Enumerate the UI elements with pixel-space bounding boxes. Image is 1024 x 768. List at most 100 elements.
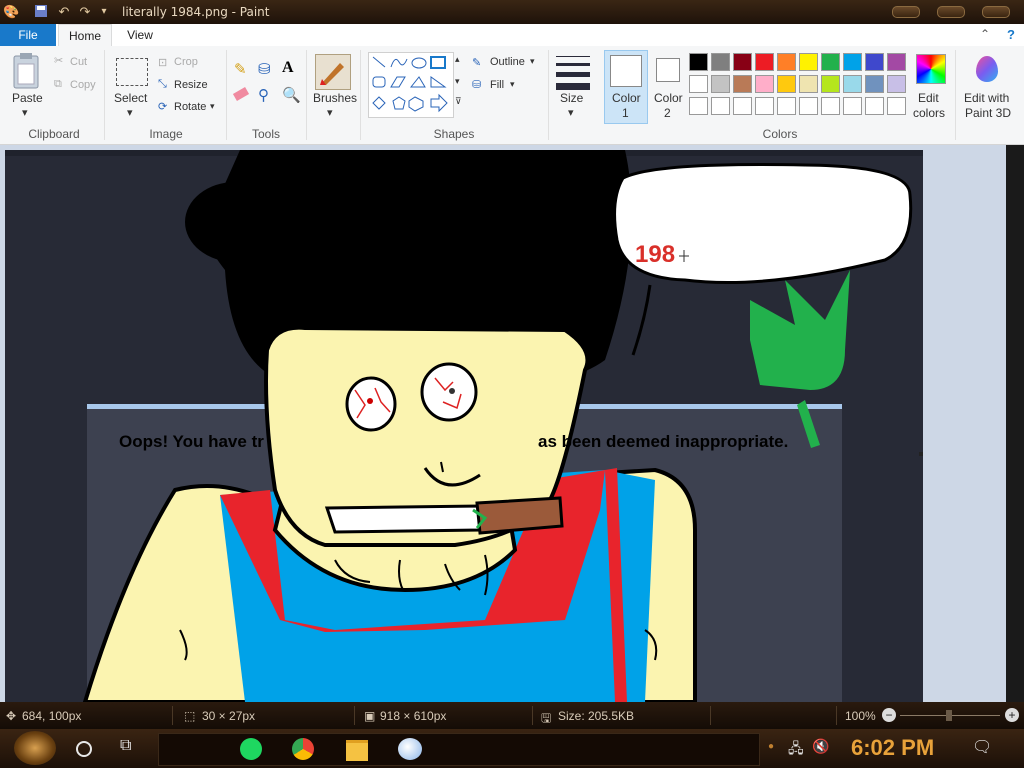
fill-button[interactable]: Fill <box>490 79 504 91</box>
chrome-icon[interactable] <box>292 738 314 760</box>
zoom-slider-thumb[interactable] <box>946 710 952 721</box>
palette-swatch[interactable] <box>689 75 708 93</box>
network-icon[interactable]: 🖧 <box>788 738 804 762</box>
paint3d-label-2[interactable]: Paint 3D <box>965 106 1011 120</box>
palette-swatch[interactable] <box>755 53 774 71</box>
fill-dropdown-icon[interactable]: ▾ <box>510 79 515 90</box>
palette-swatch[interactable] <box>821 53 840 71</box>
size-dropdown-icon[interactable]: ▾ <box>568 106 574 119</box>
shapes-scroll-down-icon[interactable]: ▾ <box>455 76 460 87</box>
palette-swatch[interactable] <box>755 97 774 115</box>
resize-button[interactable]: Resize <box>174 79 208 91</box>
palette-swatch[interactable] <box>865 75 884 93</box>
paint-taskbar-icon[interactable] <box>398 738 422 760</box>
edit-colors-icon[interactable] <box>916 54 946 84</box>
outline-button[interactable]: Outline <box>490 56 525 68</box>
cursor-position: 684, 100px <box>22 709 82 723</box>
pencil-icon[interactable]: ✎ <box>234 60 247 78</box>
palette-swatch[interactable] <box>711 75 730 93</box>
task-view-icon[interactable]: ⧉ <box>120 737 131 755</box>
palette-swatch[interactable] <box>799 53 818 71</box>
minimize-button[interactable] <box>892 6 920 18</box>
palette-swatch[interactable] <box>711 97 730 115</box>
palette-swatch[interactable] <box>887 53 906 71</box>
palette-swatch[interactable] <box>777 53 796 71</box>
shapes-gallery[interactable] <box>368 52 454 118</box>
spotify-icon[interactable] <box>240 738 262 760</box>
brushes-button[interactable]: Brushes <box>313 91 357 105</box>
close-button[interactable] <box>982 6 1010 18</box>
palette-swatch[interactable] <box>799 75 818 93</box>
tab-home[interactable]: Home <box>58 24 112 47</box>
clock[interactable]: 6:02 PM <box>851 735 934 761</box>
palette-swatch[interactable] <box>689 97 708 115</box>
undo-icon[interactable]: ↶ <box>56 4 72 20</box>
rotate-dropdown-icon[interactable]: ▾ <box>210 101 215 112</box>
save-icon[interactable] <box>33 4 49 20</box>
palette-swatch[interactable] <box>777 75 796 93</box>
select-dropdown-icon[interactable]: ▾ <box>127 106 133 119</box>
cut-button[interactable]: Cut <box>70 56 87 68</box>
shapes-scroll-up-icon[interactable]: ▴ <box>455 54 460 65</box>
palette-swatch[interactable] <box>733 97 752 115</box>
search-icon[interactable] <box>76 741 92 757</box>
palette-swatch[interactable] <box>711 53 730 71</box>
vertical-scrollbar[interactable] <box>1006 145 1024 702</box>
palette-swatch[interactable] <box>733 53 752 71</box>
start-button[interactable] <box>14 731 56 765</box>
edit-colors-label[interactable]: Edit <box>918 91 939 105</box>
brush-icon[interactable] <box>315 54 351 90</box>
text-tool-icon[interactable]: A <box>282 59 294 77</box>
magnifier-icon[interactable]: 🔍 <box>282 86 301 104</box>
size-icon[interactable] <box>556 54 590 90</box>
color-picker-icon[interactable]: ⚲ <box>258 86 269 104</box>
color2-swatch[interactable] <box>656 58 680 82</box>
help-icon[interactable]: ? <box>1003 27 1019 43</box>
crop-button[interactable]: Crop <box>174 56 198 68</box>
paint3d-label[interactable]: Edit with <box>964 91 1009 105</box>
copy-button[interactable]: Copy <box>70 79 96 91</box>
paste-button[interactable] <box>10 52 44 94</box>
paint-app-icon[interactable]: 🎨 <box>3 4 19 20</box>
palette-swatch[interactable] <box>843 53 862 71</box>
paste-dropdown-icon[interactable]: ▾ <box>22 106 28 119</box>
zoom-in-icon[interactable]: + <box>1005 708 1019 722</box>
select-icon[interactable] <box>116 58 148 86</box>
maximize-button[interactable] <box>937 6 965 18</box>
file-explorer-icon[interactable] <box>346 740 368 761</box>
tray-icon[interactable]: ● <box>768 741 774 752</box>
palette-swatch[interactable] <box>887 75 906 93</box>
palette-swatch[interactable] <box>865 97 884 115</box>
palette-swatch[interactable] <box>843 97 862 115</box>
redo-icon[interactable]: ↷ <box>77 4 93 20</box>
shapes-more-icon[interactable]: ⊽ <box>455 96 462 107</box>
edit-colors-label-2[interactable]: colors <box>913 106 945 120</box>
palette-swatch[interactable] <box>755 75 774 93</box>
palette-swatch[interactable] <box>733 75 752 93</box>
notifications-icon[interactable]: 🗨 <box>972 737 992 757</box>
brushes-dropdown-icon[interactable]: ▾ <box>327 106 333 119</box>
palette-swatch[interactable] <box>865 53 884 71</box>
collapse-ribbon-icon[interactable]: ⌃ <box>980 27 990 41</box>
zoom-out-icon[interactable]: − <box>882 708 896 722</box>
tab-file[interactable]: File <box>0 24 56 46</box>
palette-swatch[interactable] <box>821 97 840 115</box>
outline-dropdown-icon[interactable]: ▾ <box>530 56 535 67</box>
ribbon: Paste ▾ ✂ Cut ⧉ Copy Clipboard Select ▾ … <box>0 46 1024 145</box>
eraser-icon[interactable] <box>232 87 250 101</box>
fill-bucket-icon[interactable]: ⛁ <box>258 60 271 78</box>
palette-swatch[interactable] <box>821 75 840 93</box>
quick-access-dropdown-icon[interactable]: ▾ <box>96 4 112 20</box>
palette-swatch[interactable] <box>887 97 906 115</box>
rotate-button[interactable]: Rotate <box>174 101 206 113</box>
palette-swatch[interactable] <box>843 75 862 93</box>
size-button[interactable]: Size <box>560 91 583 105</box>
palette-swatch[interactable] <box>799 97 818 115</box>
palette-swatch[interactable] <box>689 53 708 71</box>
paint3d-icon[interactable] <box>976 56 998 82</box>
select-button[interactable]: Select <box>114 91 147 105</box>
drawing-canvas[interactable]: 198 Oops! You have tr as been deemed ina… <box>5 150 923 702</box>
palette-swatch[interactable] <box>777 97 796 115</box>
tab-view[interactable]: View <box>114 24 166 46</box>
volume-muted-icon[interactable]: 🔇 <box>812 738 829 755</box>
